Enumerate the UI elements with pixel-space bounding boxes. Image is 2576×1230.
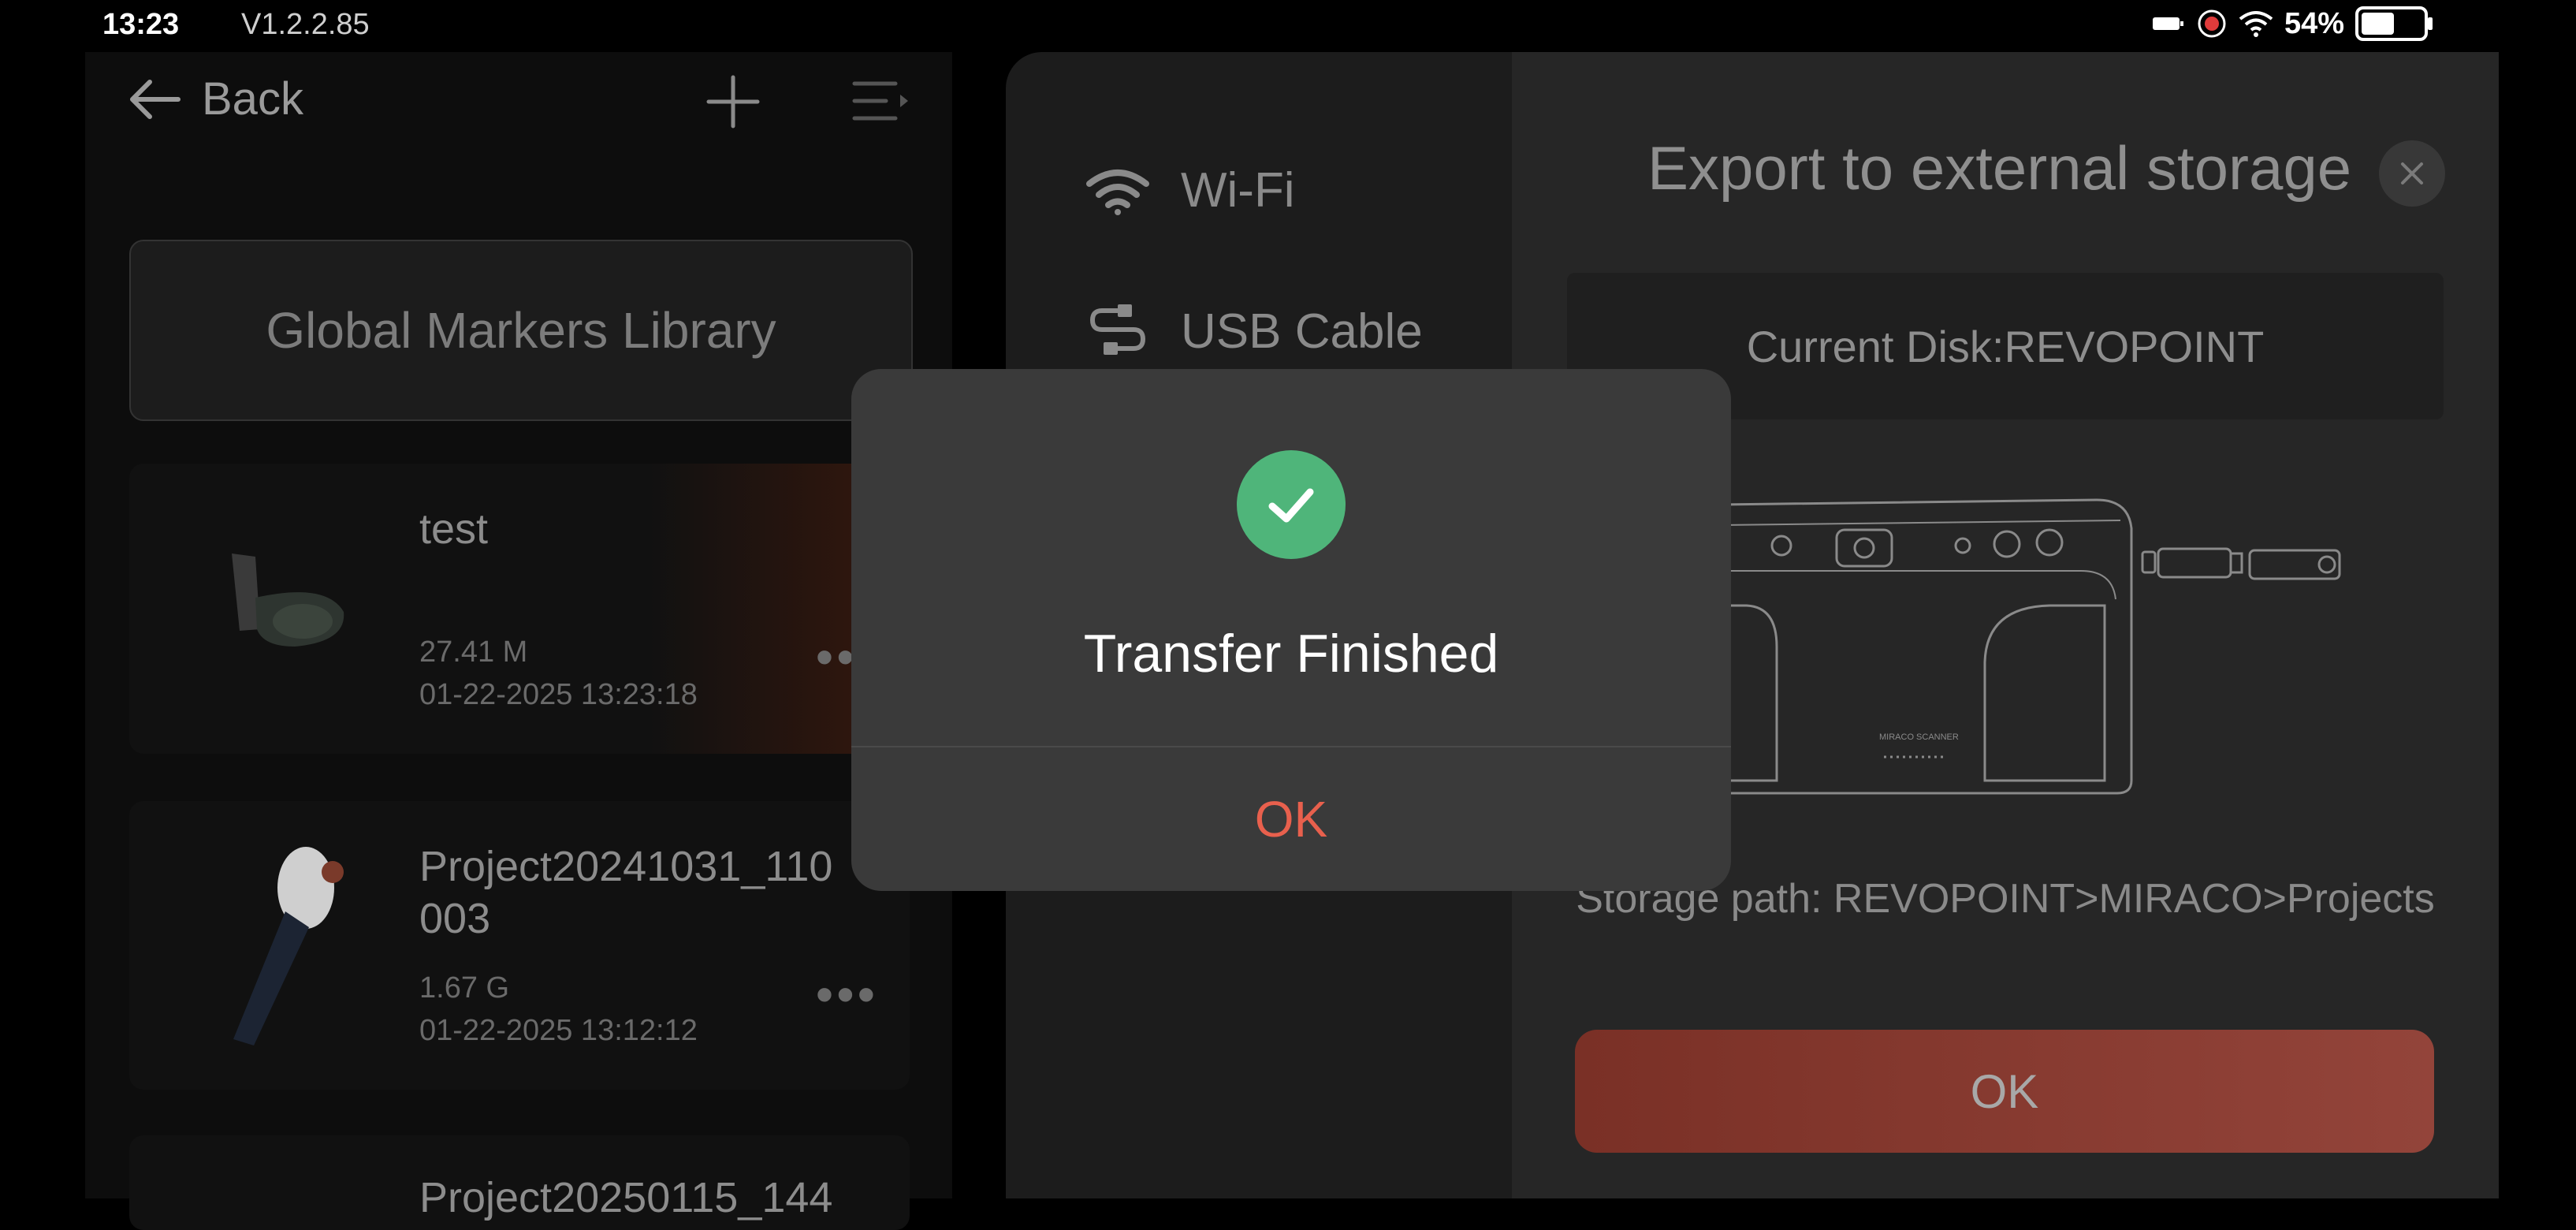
project-thumbnail (232, 554, 344, 647)
battery-icon (2355, 6, 2433, 41)
project-size: 27.41 M (419, 636, 528, 669)
wifi-status-icon (2239, 11, 2273, 37)
global-markers-library-button[interactable]: Global Markers Library (129, 240, 913, 421)
export-title: Export to external storage (1647, 133, 2352, 203)
battery-saver-icon (2152, 17, 2183, 30)
wifi-icon (1086, 169, 1149, 215)
project-name: Project20241031_110 003 (419, 843, 833, 942)
back-button[interactable]: Back (126, 73, 303, 125)
dialog-title: Transfer Finished (1083, 624, 1499, 684)
export-ok-button[interactable]: OK (1575, 1030, 2434, 1153)
project-size: 1.67 G (419, 971, 510, 1004)
project-card[interactable]: Project20250115_144 (129, 1135, 910, 1230)
project-name: Project20250115_144 (419, 1174, 833, 1221)
project-thumbnail (233, 847, 344, 1046)
option-label: Wi-Fi (1181, 163, 1295, 218)
close-button[interactable] (2379, 140, 2445, 207)
check-circle-icon (1237, 450, 1346, 559)
project-name: test (419, 505, 489, 553)
status-time: 13:23 (102, 8, 180, 41)
screen-record-icon (2198, 9, 2226, 38)
battery-percent: 54% (2284, 6, 2344, 40)
dialog-ok-button[interactable]: OK (851, 747, 1731, 891)
arrow-left-icon (130, 79, 181, 119)
transfer-finished-dialog: Transfer Finished OK (851, 369, 1731, 891)
add-icon[interactable] (705, 74, 761, 129)
status-icons: 54% (2152, 6, 2434, 41)
device-brand-text: MIRACO SCANNER (1879, 732, 1959, 742)
project-date: 01-22-2025 13:23:18 (419, 678, 698, 711)
option-label: USB Cable (1181, 304, 1423, 359)
back-label: Back (202, 73, 303, 125)
option-wifi[interactable]: Wi-Fi (1086, 162, 1295, 218)
sort-menu-icon[interactable] (851, 77, 911, 125)
project-date: 01-22-2025 13:12:12 (419, 1014, 698, 1047)
option-usb-cable[interactable]: USB Cable (1086, 300, 1423, 363)
project-card[interactable]: test 27.41 M 01-22-2025 13:23:18 ••• (129, 464, 910, 754)
more-icon[interactable]: ••• (816, 965, 878, 1023)
project-card[interactable]: Project20241031_110 003 1.67 G 01-22-202… (129, 801, 910, 1090)
scanner-usb-illustration: MIRACO SCANNER (1719, 498, 2341, 795)
usb-cable-icon (1089, 304, 1146, 355)
app-version: V1.2.2.85 (241, 8, 370, 41)
close-icon (2401, 162, 2423, 184)
